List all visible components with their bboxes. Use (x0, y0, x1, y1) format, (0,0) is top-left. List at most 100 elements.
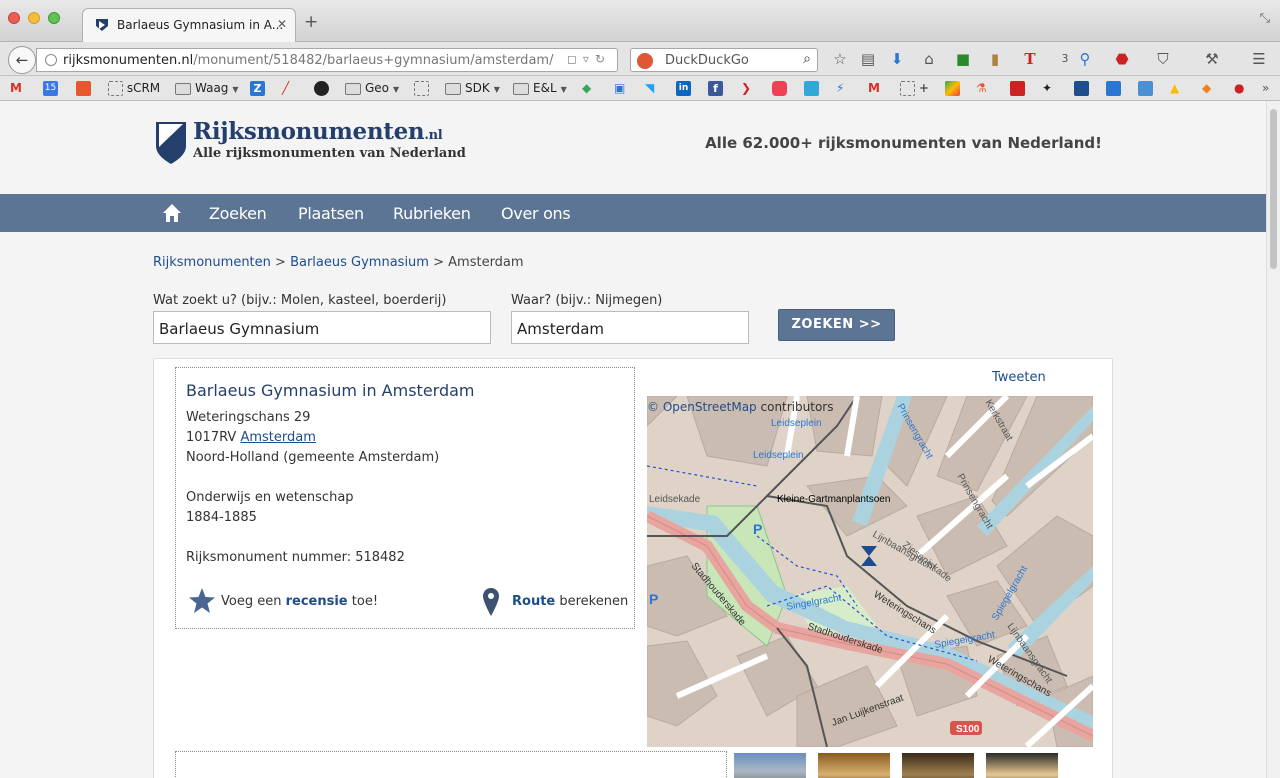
route-link[interactable]: Route (512, 594, 555, 609)
map-pin-icon[interactable] (482, 587, 500, 617)
reload-icon[interactable]: ↻ (595, 52, 611, 66)
bookmark-folder-el[interactable]: E&L ▼ (513, 80, 567, 96)
bookmark-arrow-icon[interactable]: ❯ (741, 80, 751, 96)
bookmark-github-icon[interactable] (314, 80, 329, 96)
bookmark-afas-icon[interactable] (1074, 80, 1089, 96)
photo-thumbnail[interactable] (902, 753, 974, 778)
openstreetmap-link[interactable]: OpenStreetMap (663, 400, 757, 414)
text-tool-icon[interactable]: T (1020, 50, 1040, 68)
new-tab-button[interactable]: + (304, 14, 318, 31)
window-close-button[interactable] (8, 12, 20, 24)
calendar-bookmark-icon[interactable]: 15 (43, 80, 58, 96)
map-tiles[interactable]: P P Leidseplein Leidseplein Leidsekade K… (647, 396, 1093, 747)
content-panel: Barlaeus Gymnasium in Amsterdam Wetering… (153, 358, 1113, 778)
home-icon[interactable]: ⌂ (919, 50, 939, 68)
breadcrumb-home-link[interactable]: Rijksmonumenten (153, 255, 271, 270)
map-label-leidseplein-top: Leidseplein (771, 418, 822, 429)
window-maximize-button[interactable] (48, 12, 60, 24)
fullscreen-icon[interactable]: ⤡ (1260, 11, 1270, 26)
breadcrumb-current: Amsterdam (448, 255, 524, 270)
bookmark-runner-icon[interactable]: ⚡ (836, 80, 844, 96)
star-icon[interactable] (188, 587, 216, 615)
bookmarks-overflow-icon[interactable]: » (1262, 80, 1269, 96)
dropdown-icon[interactable]: ▿ (583, 52, 595, 66)
linkedin-bookmark-icon[interactable]: in (676, 80, 691, 96)
bookmark-folder-geo[interactable]: Geo ▼ (345, 80, 399, 96)
osm-map[interactable]: P P Leidseplein Leidseplein Leidsekade K… (647, 396, 1093, 747)
logo-title[interactable]: Rijksmonumenten.nl (193, 118, 443, 145)
bookmark-folder-waag[interactable]: Waag ▼ (175, 80, 239, 96)
bookmark-flask-icon[interactable]: ⚗ (976, 80, 987, 96)
bookmark-star-icon[interactable]: ☆ (830, 50, 850, 68)
nav-over-ons[interactable]: Over ons (501, 204, 571, 223)
browser-tab[interactable]: Barlaeus Gymnasium in A... ✕ (82, 8, 296, 42)
monument-province: Noord-Holland (gemeente Amsterdam) (186, 450, 440, 465)
secondary-info-box (175, 751, 727, 778)
photo-thumbnail[interactable] (986, 753, 1058, 778)
nav-zoeken[interactable]: Zoeken (209, 204, 267, 223)
hamburger-menu-icon[interactable]: ☰ (1249, 50, 1269, 68)
rijksmonumenten-logo-icon[interactable] (155, 121, 187, 165)
bookmark-orange-icon[interactable]: ◆ (1202, 80, 1211, 96)
tweet-link[interactable]: Tweeten (992, 370, 1046, 385)
search-button[interactable]: ZOEKEN >> (778, 309, 895, 341)
bookmark-cross-icon[interactable] (804, 80, 819, 96)
scrapbook-icon[interactable]: ▮ (985, 50, 1005, 68)
home-icon[interactable] (162, 203, 182, 223)
monument-title: Barlaeus Gymnasium in Amsterdam (186, 381, 475, 400)
bookmark-dog-icon[interactable]: ✦ (1042, 80, 1052, 96)
breadcrumb-monument-link[interactable]: Barlaeus Gymnasium (290, 255, 429, 270)
gmail-bookmark-icon[interactable]: M (10, 80, 22, 96)
page-scrollbar[interactable] (1266, 101, 1280, 778)
folder-icon (445, 82, 461, 95)
photo-thumbnail[interactable] (734, 753, 806, 778)
counter-icon[interactable]: 3 (1055, 50, 1075, 68)
search-icon[interactable]: ⌕ (803, 51, 811, 67)
bookmarks-bar: M 15 sCRM Waag ▼ Z ╱ Geo ▼ SDK ▼ E&L ▼ ◆ ▣ ◥… (0, 76, 1280, 101)
monument-info-box: Barlaeus Gymnasium in Amsterdam Wetering… (175, 367, 635, 629)
tab-close-icon[interactable]: ✕ (277, 17, 287, 31)
bookmark-lastpass-icon[interactable]: ● (1234, 80, 1244, 96)
bookmark-green-icon[interactable]: ◆ (582, 80, 591, 96)
back-button[interactable]: ← (8, 46, 36, 74)
evernote-icon[interactable]: ■ (953, 50, 973, 68)
adblock-icon[interactable]: ⬣ (1112, 50, 1132, 68)
bookmark-slash-2-icon[interactable] (1138, 80, 1153, 96)
pocket-bookmark-icon[interactable] (772, 80, 787, 96)
twitter-bookmark-icon[interactable]: ◥ (645, 80, 654, 96)
review-link[interactable]: recensie (286, 594, 348, 609)
bookmark-red-icon[interactable] (76, 80, 91, 96)
photo-thumbnail[interactable] (818, 753, 890, 778)
what-input[interactable]: Barlaeus Gymnasium (153, 311, 491, 344)
gmail-bookmark-2-icon[interactable]: M (868, 80, 880, 96)
bookmark-slash-icon[interactable]: ╱ (282, 80, 289, 96)
url-bar[interactable]: rijksmonumenten.nl/monument/518482/barla… (36, 48, 618, 72)
bookmark-scrm[interactable]: sCRM (108, 80, 160, 96)
bookmark-blank-icon[interactable] (414, 80, 429, 96)
bookmark-red-2-icon[interactable] (1010, 80, 1025, 96)
pocket-icon[interactable]: ◻ (567, 52, 583, 66)
site-tagline: Alle 62.000+ rijksmonumenten van Nederla… (705, 134, 1102, 152)
wrench-icon[interactable]: ⚒ (1202, 50, 1222, 68)
link-tool-icon[interactable]: ⚲ (1075, 50, 1095, 68)
bookmark-folder-sdk[interactable]: SDK ▼ (445, 80, 500, 96)
bookmark-maps-icon[interactable] (945, 80, 960, 96)
google-drive-bookmark-icon[interactable]: ▲ (1170, 80, 1179, 96)
window-minimize-button[interactable] (28, 12, 40, 24)
reading-list-icon[interactable]: ▤ (858, 50, 878, 68)
pocket-save-icon[interactable]: ⛉ (1153, 50, 1173, 68)
bookmark-blue-icon[interactable] (1106, 80, 1121, 96)
bookmark-z-icon[interactable]: Z (250, 80, 265, 96)
tab-title: Barlaeus Gymnasium in A... (117, 18, 284, 32)
scrollbar-thumb[interactable] (1270, 109, 1277, 269)
facebook-bookmark-icon[interactable]: f (708, 80, 723, 96)
search-bar[interactable]: DuckDuckGo ⌕ (630, 48, 818, 72)
bookmark-chat-icon[interactable]: ▣ (614, 80, 625, 96)
url-text[interactable]: rijksmonumenten.nl/monument/518482/barla… (63, 53, 553, 68)
downloads-icon[interactable]: ⬇ (887, 50, 907, 68)
bookmark-plus-icon[interactable]: + (900, 80, 929, 96)
nav-plaatsen[interactable]: Plaatsen (298, 204, 364, 223)
nav-rubrieken[interactable]: Rubrieken (393, 204, 471, 223)
city-link[interactable]: Amsterdam (240, 430, 315, 445)
where-input[interactable]: Amsterdam (511, 311, 749, 344)
